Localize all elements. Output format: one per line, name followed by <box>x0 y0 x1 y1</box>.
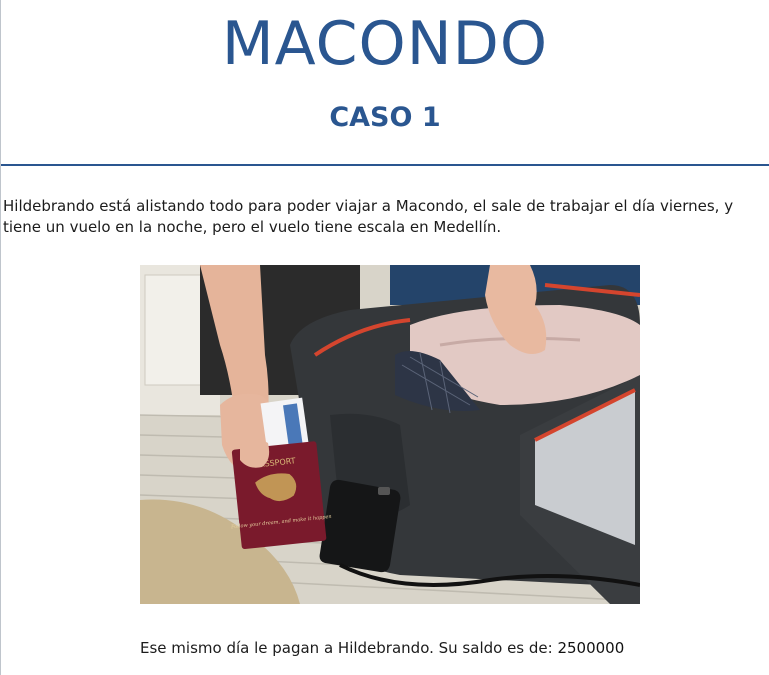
section-divider <box>1 164 769 166</box>
page: MACONDO CASO 1 Hildebrando está alistand… <box>0 0 769 675</box>
balance-label: Ese mismo día le pagan a Hildebrando. Su… <box>140 639 558 657</box>
packing-suitcase-photo: PASSPORT Follow your dream, and make it … <box>140 265 640 604</box>
balance-value: 2500000 <box>557 639 625 657</box>
page-title: MACONDO <box>221 9 549 79</box>
story-intro: Hildebrando está alistando todo para pod… <box>3 197 734 236</box>
balance-line: Ese mismo día le pagan a Hildebrando. Su… <box>140 638 624 658</box>
case-subtitle: CASO 1 <box>329 102 441 133</box>
